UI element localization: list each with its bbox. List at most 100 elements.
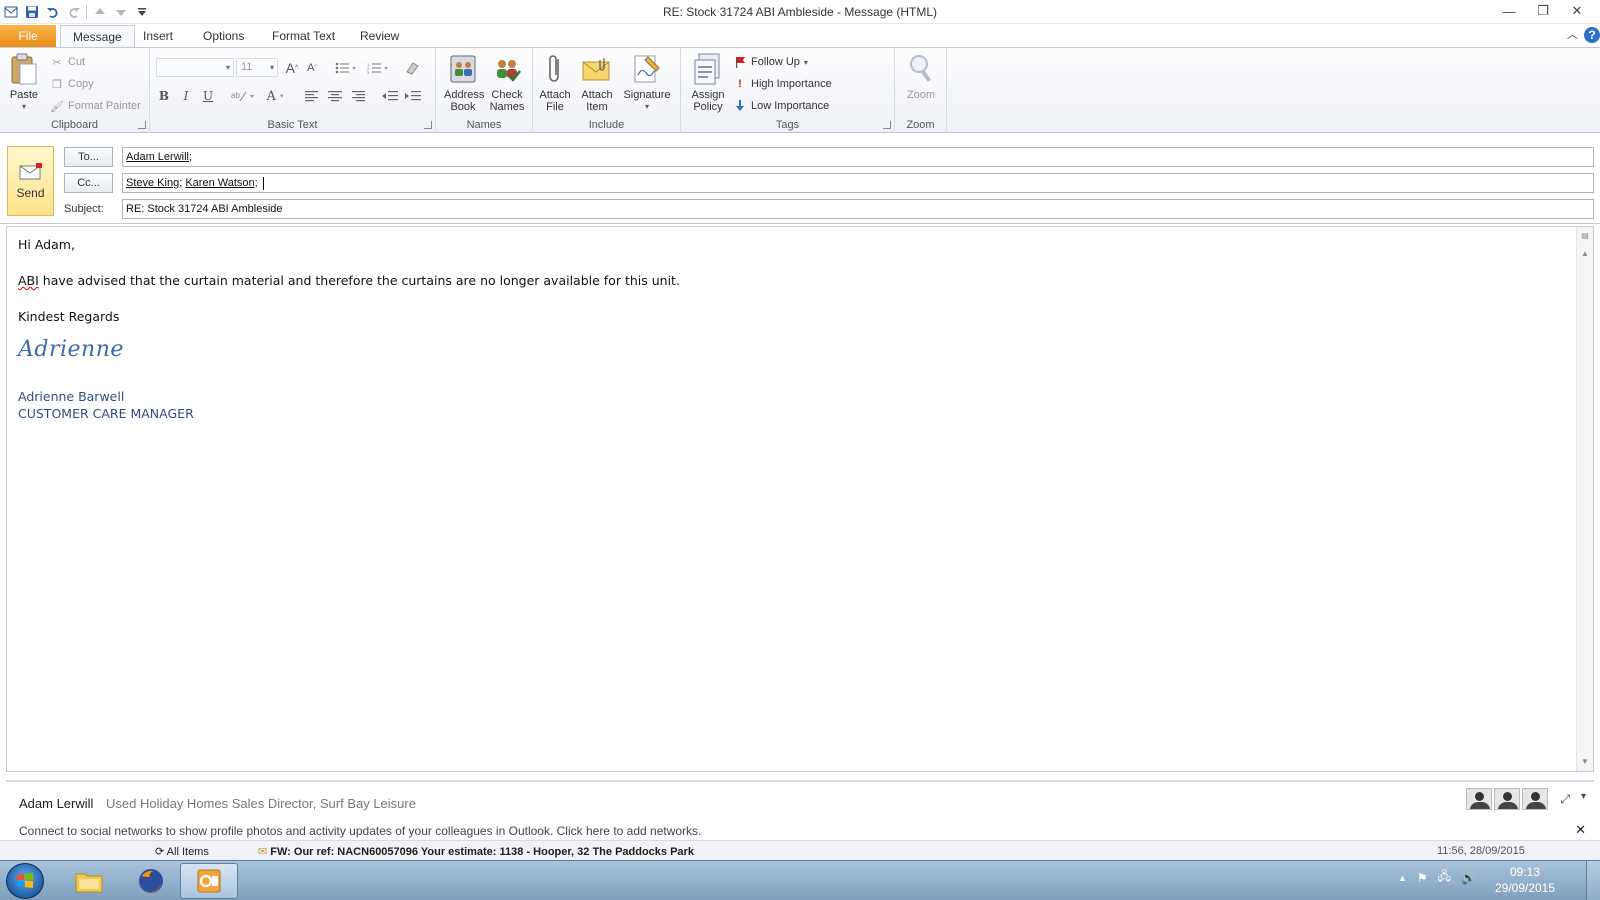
cut-button[interactable]: ✂ Cut [50,53,85,71]
grow-font-button[interactable]: A ^ [282,58,302,78]
to-button[interactable]: To... [64,147,113,167]
align-right-button[interactable] [348,86,368,106]
tab-insert[interactable]: Insert [131,25,185,48]
taskbar-outlook[interactable] [180,863,238,899]
underline-button[interactable]: U [198,86,218,106]
message-list-time: 11:56, 28/09/2015 [1437,845,1525,857]
assign-policy-button[interactable]: Assign Policy [685,52,731,113]
body-scrollbar[interactable]: ▤ ▲ ▼ [1576,227,1593,771]
network-icon[interactable]: 🖧 [1438,867,1451,888]
body-paragraph[interactable]: ABI have advised that the curtain materi… [18,273,680,288]
check-names-button[interactable]: Check Names [486,52,528,113]
attach-item-button[interactable]: Attach Item [577,52,617,113]
tab-format-text[interactable]: Format Text [260,25,347,48]
font-color-button[interactable]: A ▾ [260,86,290,106]
show-hidden-icons-icon[interactable]: ▲ [1398,873,1407,883]
basic-text-dialog-launcher[interactable] [424,121,432,129]
italic-button[interactable]: I [176,86,196,106]
taskbar-clock[interactable]: 09:13 29/09/2015 [1490,864,1560,896]
bold-button[interactable]: B [154,86,174,106]
refresh-icon: ⟳ [155,846,167,858]
signature-dropdown-icon[interactable]: ▾ [645,101,649,113]
spelling-flagged-word[interactable]: ABI [18,273,39,288]
flag-icon [733,55,747,69]
tab-options[interactable]: Options [191,25,256,48]
scroll-up-arrow-icon[interactable]: ▲ [1580,249,1590,259]
signature-title: CUSTOMER CARE MANAGER [18,406,194,421]
bullets-button[interactable] [332,58,360,78]
outlook-icon [197,869,221,893]
taskbar-firefox[interactable] [122,863,180,899]
attach-file-button[interactable]: Attach File [537,52,573,113]
action-center-flag-icon[interactable]: ⚑ [1417,871,1428,885]
collapse-people-pane-icon[interactable]: ▾ [1581,791,1586,802]
recipient-to[interactable]: Adam Lerwill [126,151,189,163]
high-importance-button[interactable]: ! High Importance [733,75,832,93]
signature-button[interactable]: Signature ▾ [621,52,673,113]
tab-message[interactable]: Message [60,25,135,49]
recipient-cc[interactable]: Steve King [126,177,179,189]
clear-formatting-button[interactable] [402,58,422,78]
font-name-combo[interactable]: ▾ [156,58,234,77]
message-body[interactable]: Hi Adam, ABI have advised that the curta… [6,226,1594,772]
follow-up-dropdown-icon: ▾ [803,57,808,67]
low-importance-button[interactable]: Low Importance [733,97,829,115]
zoom-button[interactable]: Zoom [901,52,941,101]
minimize-button[interactable]: — [1492,0,1526,22]
contact-photo[interactable] [1494,788,1520,810]
taskbar-explorer[interactable] [60,863,118,899]
restore-button[interactable]: ❐ [1526,0,1560,22]
contact-photo[interactable] [1466,788,1492,810]
ruler-toggle-icon[interactable]: ▤ [1580,231,1590,241]
subject-field[interactable]: RE: Stock 31724 ABI Ambleside [122,199,1594,219]
close-button[interactable]: ✕ [1560,0,1594,22]
cc-field[interactable]: Steve King; Karen Watson; [122,173,1594,193]
message-list-item[interactable]: ✉ FW: Our ref: NACN60057096 Your estimat… [258,845,694,858]
closing-line[interactable]: Kindest Regards [18,309,119,324]
people-pane-name[interactable]: Adam Lerwill [19,796,93,811]
folder-icon [75,873,103,893]
contact-photo[interactable] [1522,788,1548,810]
copy-button[interactable]: ❐ Copy [50,75,94,93]
shrink-font-icon: A [307,62,315,74]
tags-dialog-launcher[interactable] [883,121,891,129]
follow-up-button[interactable]: Follow Up ▾ [733,53,808,71]
decrease-indent-button[interactable] [380,86,400,106]
highlight-button[interactable]: ab [228,86,258,106]
help-icon[interactable]: ? [1584,27,1600,43]
to-field[interactable]: Adam Lerwill; [122,147,1594,167]
send-button[interactable]: Send [7,146,54,216]
shrink-font-button[interactable]: Aˇ [302,58,322,78]
minimize-ribbon-icon[interactable]: ︿ [1567,27,1578,43]
align-left-button[interactable] [302,86,322,106]
tab-review[interactable]: Review [348,25,411,48]
address-book-button[interactable]: Address Book [442,52,484,113]
social-networks-prompt[interactable]: Connect to social networks to show profi… [19,824,701,838]
tab-file[interactable]: File [0,25,56,48]
volume-icon[interactable]: 🔊 [1461,871,1476,885]
paste-button[interactable]: Paste ▾ [6,52,42,113]
folder-all-items[interactable]: ⟳ All Items [155,845,209,858]
greeting-line[interactable]: Hi Adam, [18,237,75,252]
low-importance-label: Low Importance [751,100,830,112]
firefox-icon [139,869,163,893]
font-size-combo[interactable]: 11 ▾ [236,58,278,77]
clipboard-dialog-launcher[interactable] [138,121,146,129]
recipient-cc[interactable]: Karen Watson [185,177,254,189]
align-center-button[interactable] [325,86,345,106]
scroll-down-arrow-icon[interactable]: ▼ [1580,757,1590,767]
close-prompt-icon[interactable]: ✕ [1575,822,1586,838]
paste-dropdown-icon[interactable]: ▾ [22,101,26,113]
envelope-icon: ✉ [258,846,271,858]
cc-button[interactable]: Cc... [64,173,113,193]
numbering-icon: 123 [367,62,388,74]
check-names-icon [491,52,523,86]
format-painter-button[interactable]: 🖌 Format Painter [50,97,141,115]
start-button[interactable] [6,863,44,899]
bullets-icon [335,62,356,74]
send-label: Send [16,186,45,200]
increase-indent-button[interactable] [403,86,423,106]
show-desktop-button[interactable] [1586,861,1600,900]
numbering-button[interactable]: 123 [364,58,392,78]
expand-people-pane-icon[interactable]: ⤢ [1560,792,1570,807]
